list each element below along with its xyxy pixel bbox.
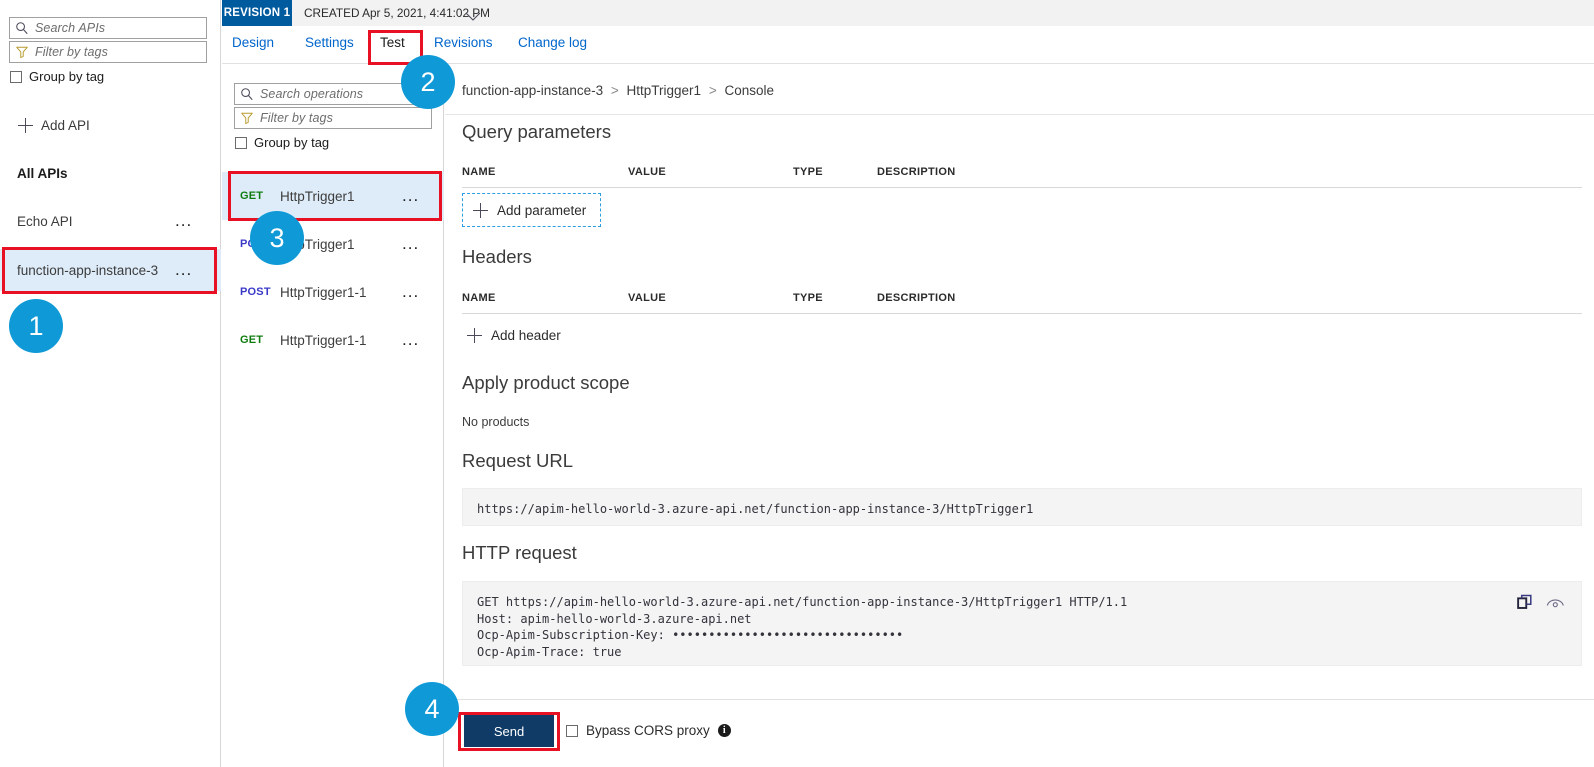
test-console-panel: function-app-instance-3 > HttpTrigger1 >… [445,64,1594,767]
no-products-text: No products [462,415,530,429]
operation-row-get-httptrigger1-1[interactable]: GET HttpTrigger1-1 ... [222,316,444,364]
api-name: function-app-instance-3 [17,262,159,278]
headers-table-header: NAME VALUE TYPE DESCRIPTION [462,292,1582,314]
tab-settings[interactable]: Settings [305,35,354,50]
checkbox-box [235,136,247,149]
operation-context-menu-icon[interactable]: ... [402,187,419,204]
column-header-name: NAME [462,166,496,178]
column-header-type: TYPE [793,166,823,178]
bypass-cors-proxy-row[interactable]: Bypass CORS proxy i [566,723,731,738]
tab-revisions[interactable]: Revisions [434,35,493,50]
all-apis-heading: All APIs [17,166,68,181]
filter-operations-placeholder: Filter by tags [260,111,333,125]
add-header-button[interactable]: Add header [457,318,575,352]
tab-test[interactable]: Test [380,35,405,50]
breadcrumb-separator: > [610,83,619,98]
chevron-down-icon[interactable] [465,8,481,21]
tab-change-log[interactable]: Change log [518,35,587,50]
api-context-menu-icon[interactable]: ... [175,261,192,278]
add-api-button[interactable]: Add API [18,118,90,133]
operation-context-menu-icon[interactable]: ... [402,235,419,252]
operation-method: POST [240,286,271,298]
column-header-value: VALUE [628,292,666,304]
operation-method: GET [240,334,264,346]
column-header-type: TYPE [793,292,823,304]
revision-badge: REVISION 1 [222,0,292,26]
operation-name: HttpTrigger1 [280,188,355,204]
plus-icon [18,118,33,133]
request-url-box: https://apim-hello-world-3.azure-api.net… [462,488,1582,526]
request-url-value: https://apim-hello-world-3.azure-api.net… [477,502,1034,516]
add-parameter-button[interactable]: Add parameter [462,193,602,227]
header-divider [445,114,1594,115]
plus-icon [473,202,488,218]
footer-divider [445,699,1594,700]
search-operations-placeholder: Search operations [260,87,364,101]
filter-by-tags-input[interactable]: Filter by tags [9,41,207,63]
info-icon[interactable]: i [717,724,731,737]
query-parameters-table-header: NAME VALUE TYPE DESCRIPTION [462,166,1582,188]
search-apis-placeholder: Search APIs [35,21,106,35]
column-header-description: DESCRIPTION [877,292,956,304]
revision-bar: REVISION 1 CREATED Apr 5, 2021, 4:41:02 … [222,0,1594,26]
group-by-tag-apis-checkbox[interactable]: Group by tag [10,69,104,84]
apis-sidebar: Search APIs Filter by tags Group by tag … [0,0,221,767]
query-parameters-heading: Query parameters [462,121,612,142]
column-header-value: VALUE [628,166,666,178]
group-by-tag-apis-label: Group by tag [29,69,105,84]
operation-method: GET [240,190,264,202]
breadcrumb-item-operation[interactable]: HttpTrigger1 [627,83,702,98]
bypass-cors-label: Bypass CORS proxy [586,723,710,738]
request-url-heading: Request URL [462,450,574,471]
plus-icon [467,327,482,343]
api-context-menu-icon[interactable]: ... [175,212,192,229]
http-request-heading: HTTP request [462,542,577,563]
breadcrumb: function-app-instance-3 > HttpTrigger1 >… [462,83,774,98]
operation-name: HttpTrigger1-1 [280,332,367,348]
breadcrumb-item-console: Console [724,83,774,98]
breadcrumb-item-api[interactable]: function-app-instance-3 [462,83,603,98]
headers-heading: Headers [462,246,532,267]
app-root: Search APIs Filter by tags Group by tag … [0,0,1594,767]
copy-icon[interactable] [1517,594,1534,616]
http-request-box: GET https://apim-hello-world-3.azure-api… [462,581,1582,666]
operation-context-menu-icon[interactable]: ... [402,331,419,348]
operation-row-post-httptrigger1-1[interactable]: POST HttpTrigger1-1 ... [222,268,444,316]
step-badge-4: 4 [405,682,459,736]
column-header-description: DESCRIPTION [877,166,956,178]
operation-row-get-httptrigger1[interactable]: GET HttpTrigger1 ... [222,172,444,220]
filter-icon [15,45,29,59]
add-header-label: Add header [491,327,561,343]
add-api-label: Add API [41,118,90,133]
search-icon [15,21,29,35]
checkbox-box [10,70,22,83]
apply-product-scope-heading: Apply product scope [462,372,630,393]
step-badge-3: 3 [250,211,304,265]
operation-name: HttpTrigger1-1 [280,284,367,300]
sidebar-item-echo-api[interactable]: Echo API ... [0,200,221,242]
http-request-value: GET https://apim-hello-world-3.azure-api… [477,595,1128,659]
operation-context-menu-icon[interactable]: ... [402,283,419,300]
search-icon [240,87,254,101]
add-parameter-label: Add parameter [497,202,587,218]
http-request-actions [1517,594,1565,616]
bypass-cors-checkbox[interactable] [566,724,578,737]
search-apis-input[interactable]: Search APIs [9,17,207,39]
sidebar-item-function-app-instance-3[interactable]: function-app-instance-3 ... [0,249,221,291]
group-by-tag-operations-label: Group by tag [254,135,330,150]
step-badge-2: 2 [401,55,455,109]
column-header-name: NAME [462,292,496,304]
breadcrumb-separator: > [708,83,717,98]
eye-icon[interactable] [1546,594,1565,616]
filter-operations-input[interactable]: Filter by tags [234,107,432,129]
revision-created-text: CREATED Apr 5, 2021, 4:41:02 PM [304,6,491,20]
tab-design[interactable]: Design [232,35,274,50]
operations-sidebar: Search operations Filter by tags Group b… [222,0,444,767]
send-button[interactable]: Send [464,715,554,747]
filter-icon [240,111,254,125]
api-name: Echo API [17,213,73,229]
filter-by-tags-placeholder: Filter by tags [35,45,108,59]
step-badge-1: 1 [9,299,63,353]
group-by-tag-operations-checkbox[interactable]: Group by tag [235,135,329,150]
